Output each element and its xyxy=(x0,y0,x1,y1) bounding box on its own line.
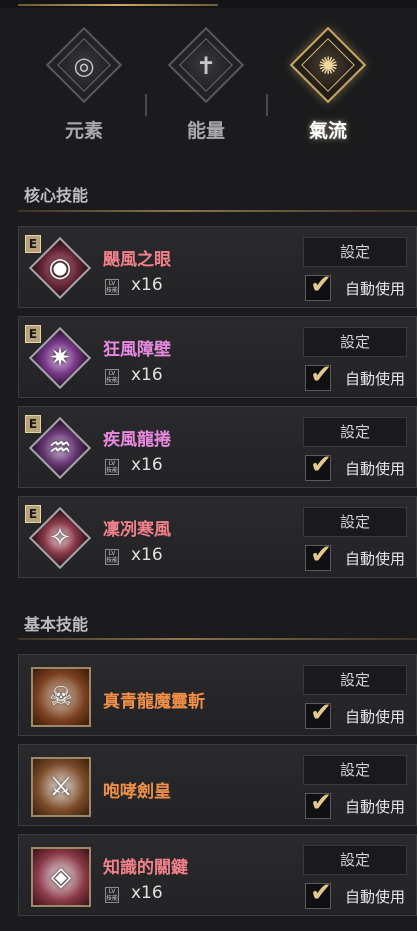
setting-button[interactable]: 設定 xyxy=(303,845,407,875)
checkmark-icon: ✔ xyxy=(310,698,332,728)
auto-use-label: 自動使用 xyxy=(345,798,406,816)
skill-card: ⚔ 咆哮劍皇 設定 ✔ 自動使用 xyxy=(18,744,417,826)
roaring-sword-icon: ⚔ xyxy=(31,757,91,817)
skill-category-tabs: ◎ 元素 ✝ 能量 ✺ 氣流 xyxy=(0,26,417,142)
auto-use-toggle[interactable]: ✔ 自動使用 xyxy=(305,788,415,819)
skill-name: 真青龍魔靈斬 xyxy=(103,692,205,712)
tab-airflow[interactable]: ✺ 氣流 xyxy=(288,26,368,142)
auto-use-toggle[interactable]: ✔ 自動使用 xyxy=(305,698,415,729)
auto-use-checkbox[interactable]: ✔ xyxy=(305,450,332,481)
top-bar xyxy=(0,0,417,8)
checkmark-icon: ✔ xyxy=(310,878,332,908)
auto-use-toggle[interactable]: ✔ 自動使用 xyxy=(305,450,415,481)
quantity-icon: LV 技能 xyxy=(105,459,119,475)
auto-use-label: 自動使用 xyxy=(345,280,406,298)
quantity-value: x16 xyxy=(131,275,163,295)
auto-use-checkbox[interactable]: ✔ xyxy=(305,878,332,909)
skill-card: E ✷ 狂風障壁 LV 技能 x16 設定 ✔ 自動使用 xyxy=(18,316,417,398)
skill-name: 凜冽寒風 xyxy=(103,520,171,540)
auto-use-checkbox[interactable]: ✔ xyxy=(305,698,332,729)
auto-use-label: 自動使用 xyxy=(345,888,406,906)
tab-element-label: 元素 xyxy=(64,120,103,142)
quantity-value: x16 xyxy=(131,883,163,903)
tab-divider xyxy=(145,94,147,116)
auto-use-label: 自動使用 xyxy=(345,550,406,568)
auto-use-checkbox[interactable]: ✔ xyxy=(305,788,332,819)
auto-use-checkbox[interactable]: ✔ xyxy=(305,540,332,571)
quantity-icon: LV 技能 xyxy=(105,369,119,385)
setting-button[interactable]: 設定 xyxy=(303,417,407,447)
checkmark-icon: ✔ xyxy=(310,788,332,818)
checkmark-icon: ✔ xyxy=(310,360,332,390)
setting-button[interactable]: 設定 xyxy=(303,665,407,695)
auto-use-label: 自動使用 xyxy=(345,708,406,726)
skill-name: 疾風龍捲 xyxy=(103,430,171,450)
auto-use-toggle[interactable]: ✔ 自動使用 xyxy=(305,540,415,571)
checkmark-icon: ✔ xyxy=(310,270,332,300)
quantity-icon: LV 技能 xyxy=(105,279,119,295)
auto-use-label: 自動使用 xyxy=(345,370,406,388)
section-title-core: 核心技能 xyxy=(24,186,89,205)
skill-card: E ✧ 凜冽寒風 LV 技能 x16 設定 ✔ 自動使用 xyxy=(18,496,417,578)
skill-name: 狂風障壁 xyxy=(103,340,171,360)
tab-divider xyxy=(266,94,268,116)
section-title-basic: 基本技能 xyxy=(24,615,89,634)
auto-use-checkbox[interactable]: ✔ xyxy=(305,270,332,301)
setting-button[interactable]: 設定 xyxy=(303,327,407,357)
quantity-icon: LV 技能 xyxy=(105,887,119,903)
e-badge: E xyxy=(25,415,41,433)
setting-button[interactable]: 設定 xyxy=(303,507,407,537)
checkmark-icon: ✔ xyxy=(310,540,332,570)
quantity-value: x16 xyxy=(131,365,163,385)
skill-card: E ♒ 疾風龍捲 LV 技能 x16 設定 ✔ 自動使用 xyxy=(18,406,417,488)
skill-card: E ◉ 颶風之眼 LV 技能 x16 設定 ✔ 自動使用 xyxy=(18,226,417,308)
quantity-value: x16 xyxy=(131,455,163,475)
skill-name: 知識的關鍵 xyxy=(103,858,188,878)
quantity-value: x16 xyxy=(131,545,163,565)
auto-use-toggle[interactable]: ✔ 自動使用 xyxy=(305,360,415,391)
tab-airflow-label: 氣流 xyxy=(308,120,347,142)
section-divider xyxy=(18,210,417,212)
tab-energy[interactable]: ✝ 能量 xyxy=(166,26,246,142)
e-badge: E xyxy=(25,325,41,343)
eye-of-knowledge-icon: ◈ xyxy=(31,847,91,907)
setting-button[interactable]: 設定 xyxy=(303,237,407,267)
auto-use-label: 自動使用 xyxy=(345,460,406,478)
e-badge: E xyxy=(25,505,41,523)
top-accent-line xyxy=(18,4,218,6)
skill-name: 咆哮劍皇 xyxy=(103,782,171,802)
skill-name: 颶風之眼 xyxy=(103,250,171,270)
tab-element[interactable]: ◎ 元素 xyxy=(44,26,124,142)
auto-use-toggle[interactable]: ✔ 自動使用 xyxy=(305,878,415,909)
dragon-spirit-slash-icon: ☠ xyxy=(31,667,91,727)
skill-card: ◈ 知識的關鍵 LV 技能 x16 設定 ✔ 自動使用 xyxy=(18,834,417,916)
setting-button[interactable]: 設定 xyxy=(303,755,407,785)
tab-energy-label: 能量 xyxy=(186,120,225,142)
section-divider xyxy=(18,638,417,640)
auto-use-checkbox[interactable]: ✔ xyxy=(305,360,332,391)
checkmark-icon: ✔ xyxy=(310,450,332,480)
quantity-icon: LV 技能 xyxy=(105,549,119,565)
auto-use-toggle[interactable]: ✔ 自動使用 xyxy=(305,270,415,301)
skill-card: ☠ 真青龍魔靈斬 設定 ✔ 自動使用 xyxy=(18,654,417,736)
e-badge: E xyxy=(25,235,41,253)
